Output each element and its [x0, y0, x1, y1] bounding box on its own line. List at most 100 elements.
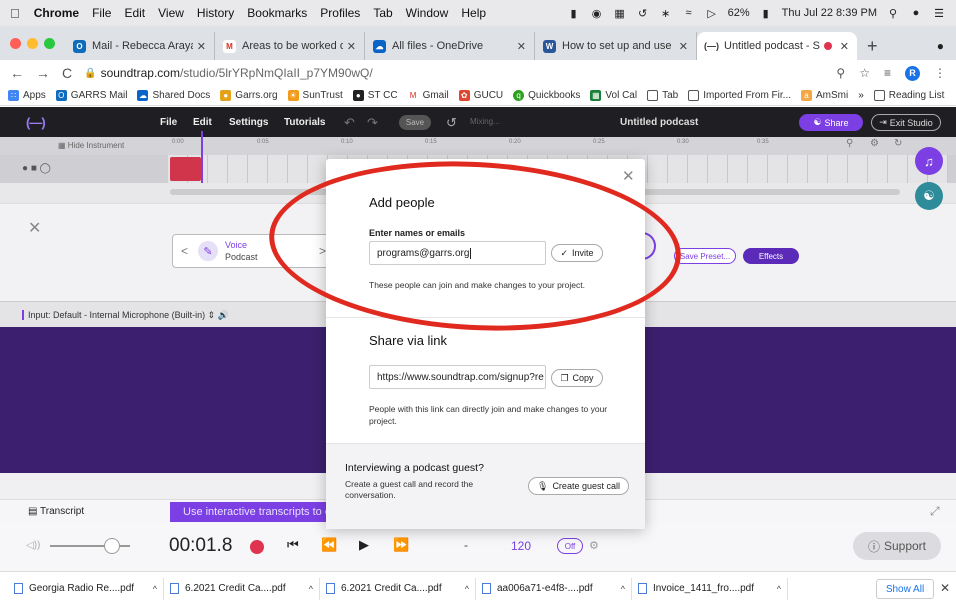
tab-soundtrap-help[interactable]: W How to set up and use Soundt ✕ [535, 32, 697, 60]
music-note-icon[interactable]: ♫ [915, 147, 943, 175]
studio-menu-settings[interactable]: Settings [229, 117, 268, 128]
bookmark-gmail[interactable]: M Gmail [407, 90, 449, 101]
transcript-banner[interactable]: Use interactive transcripts to edit [170, 502, 330, 522]
copy-link-button[interactable]: ❐ Copy [551, 369, 603, 387]
studio-menu-edit[interactable]: Edit [193, 117, 212, 128]
bookmark-folder-tab[interactable]: Tab [647, 90, 678, 101]
camera-icon[interactable]: ▮ [567, 7, 581, 20]
bookmark-quickbooks[interactable]: q Quickbooks [513, 90, 580, 101]
close-tab-icon[interactable]: ✕ [840, 40, 849, 53]
close-downloads-icon[interactable]: ✕ [940, 581, 950, 595]
download-item[interactable]: aa006a71-e4f8-....pdf ^ [476, 577, 632, 600]
close-tab-icon[interactable]: ✕ [679, 40, 688, 53]
playhead[interactable] [201, 131, 203, 183]
menu-file[interactable]: File [92, 6, 111, 20]
invite-button[interactable]: ✓ Invite [551, 244, 603, 262]
studio-menu-file[interactable]: File [160, 117, 177, 128]
profile-avatar[interactable]: R [905, 65, 920, 81]
download-item[interactable]: Georgia Radio Re....pdf ^ [8, 577, 164, 600]
menu-edit[interactable]: Edit [124, 6, 145, 20]
wifi-icon[interactable]: ≈ [682, 7, 696, 19]
menubar-clock[interactable]: Thu Jul 22 8:39 PM [782, 7, 877, 19]
forward-icon[interactable]: → [36, 65, 50, 81]
menu-history[interactable]: History [197, 6, 234, 20]
volume-icon[interactable]: ▷ [705, 7, 719, 20]
exit-studio-button[interactable]: ⇥ Exit Studio [871, 114, 941, 131]
chevron-up-icon[interactable]: ^ [621, 584, 625, 594]
redo-icon[interactable]: ↷ [367, 115, 378, 131]
project-title[interactable]: Untitled podcast [620, 117, 698, 128]
time-machine-icon[interactable]: ↺ [636, 7, 650, 20]
microphone-icon[interactable]: ⚲ [836, 66, 845, 80]
bookmark-folder-imported[interactable]: Imported From Fir... [688, 90, 791, 101]
chevron-up-icon[interactable]: ^ [309, 584, 313, 594]
bookmark-gucu[interactable]: ✿ GUCU [458, 90, 503, 101]
reading-list-button[interactable]: Reading List [873, 90, 944, 101]
hide-instrument-button[interactable]: ▦ Hide Instrument [58, 141, 124, 150]
reload-icon[interactable]: C [62, 65, 72, 81]
studio-menu-tutorials[interactable]: Tutorials [284, 117, 325, 128]
lock-icon[interactable]: 🔒 [84, 68, 96, 79]
fullscreen-window-button[interactable] [44, 37, 55, 49]
bookmark-shared-docs[interactable]: ☁ Shared Docs [137, 90, 210, 101]
screen-record-icon[interactable]: ◉ [590, 7, 604, 20]
media-queue-icon[interactable]: ≡ [884, 66, 891, 80]
chevron-up-icon[interactable]: ^ [465, 584, 469, 594]
menu-bookmarks[interactable]: Bookmarks [247, 6, 307, 20]
transcript-toggle[interactable]: ▤ Transcript [28, 506, 84, 517]
spotlight-search-icon[interactable]: ⚲ [886, 7, 900, 20]
menu-view[interactable]: View [158, 6, 184, 20]
download-item[interactable]: 6.2021 Credit Ca....pdf ^ [164, 577, 320, 600]
zoom-icon[interactable]: ⚲ [846, 138, 853, 149]
siri-icon[interactable]: ● [909, 7, 923, 19]
apple-menu-icon[interactable]:  [10, 6, 20, 21]
menu-profiles[interactable]: Profiles [320, 6, 360, 20]
undo-icon[interactable]: ↶ [344, 115, 355, 131]
bluetooth-icon[interactable]: ∗ [659, 7, 673, 20]
close-panel-icon[interactable]: ✕ [28, 218, 41, 238]
download-item[interactable]: Invoice_1411_fro....pdf ^ [632, 577, 788, 600]
download-item[interactable]: 6.2021 Credit Ca....pdf ^ [320, 577, 476, 600]
collaborators-icon[interactable]: ☯ [915, 182, 943, 210]
more-options-icon[interactable]: ⋮ [934, 66, 946, 80]
key-display[interactable]: - [464, 538, 468, 552]
control-center-icon[interactable]: ☰ [932, 7, 946, 20]
volume-icon[interactable]: ◁)) [26, 540, 40, 551]
bookmark-st-cc[interactable]: ● ST CC [352, 90, 398, 101]
bookmark-vol-cal[interactable]: ▦ Vol Cal [590, 90, 637, 101]
email-input[interactable]: programs@garrs.org [369, 241, 546, 265]
metronome-settings-icon[interactable]: ⚙ [589, 539, 599, 552]
close-tab-icon[interactable]: ✕ [517, 40, 526, 53]
close-tab-icon[interactable]: ✕ [347, 40, 356, 53]
tab-outlook-mail[interactable]: O Mail - Rebecca Arayan - Outlo ✕ [65, 32, 215, 60]
loop-icon[interactable]: ↻ [894, 138, 902, 149]
snagit-icon[interactable]: ▦ [613, 7, 627, 20]
tab-gmail[interactable]: M Areas to be worked on in Faith ✕ [215, 32, 365, 60]
timeline-ruler[interactable]: ▦ Hide Instrument 0:00 0:05 0:10 0:15 0:… [0, 137, 956, 155]
history-icon[interactable]: ↺ [446, 115, 457, 131]
create-guest-call-button[interactable]: 🎙 Create guest call [528, 477, 629, 495]
effects-button[interactable]: Effects [743, 248, 799, 264]
tab-search-icon[interactable]: ● [937, 32, 944, 60]
soundtrap-logo[interactable]: (—) [26, 115, 46, 130]
share-link-input[interactable]: https://www.soundtrap.com/signup?re [369, 365, 546, 389]
bookmark-star-icon[interactable]: ☆ [859, 66, 870, 80]
menu-help[interactable]: Help [461, 6, 486, 20]
input-source-select[interactable]: Input: Default - Internal Microphone (Bu… [28, 310, 229, 321]
settings-gear-icon[interactable]: ⚙ [870, 138, 879, 149]
tab-onedrive[interactable]: ☁ All files - OneDrive ✕ [365, 32, 535, 60]
menu-chrome[interactable]: Chrome [34, 6, 79, 20]
battery-icon[interactable]: ▮ [759, 7, 773, 20]
bookmark-garrs-org[interactable]: ● Garrs.org [220, 90, 278, 101]
bookmarks-overflow-button[interactable]: » [858, 90, 864, 101]
show-all-downloads-button[interactable]: Show All [876, 579, 934, 599]
close-dialog-icon[interactable]: ✕ [622, 167, 635, 185]
fast-forward-icon[interactable]: ⏩ [393, 537, 409, 553]
rewind-icon[interactable]: ⏪ [321, 537, 337, 553]
play-icon[interactable]: ▶ [359, 537, 369, 553]
menu-window[interactable]: Window [406, 6, 449, 20]
share-button[interactable]: ☯ Share [799, 114, 863, 131]
preset-selector[interactable]: < ✎ Voice Podcast > [172, 234, 332, 268]
expand-icon[interactable]: ⤢ [930, 504, 940, 519]
back-icon[interactable]: ← [10, 65, 24, 81]
